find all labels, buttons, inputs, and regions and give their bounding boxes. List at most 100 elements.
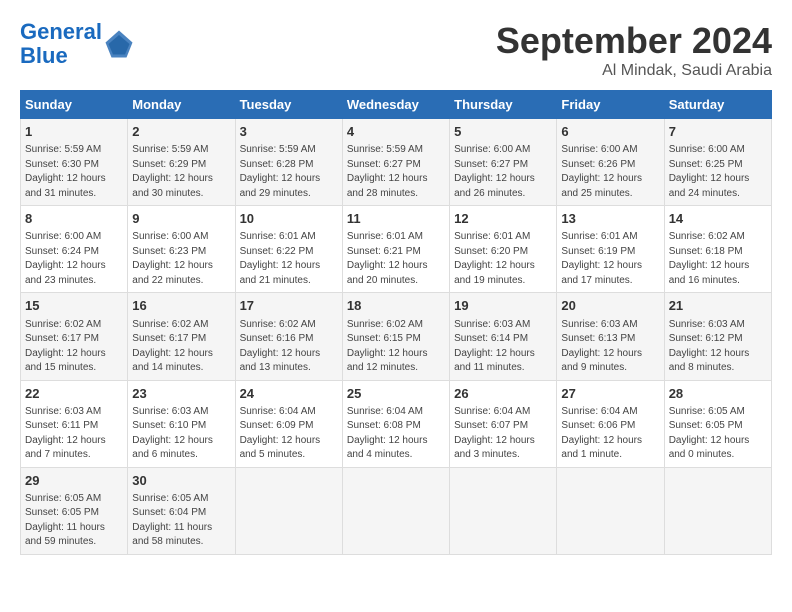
- day-number: 23: [132, 385, 230, 403]
- day-number: 29: [25, 472, 123, 490]
- table-row: 16Sunrise: 6:02 AM Sunset: 6:17 PM Dayli…: [128, 293, 235, 380]
- table-row: [664, 467, 771, 554]
- col-wednesday: Wednesday: [342, 91, 449, 119]
- col-saturday: Saturday: [664, 91, 771, 119]
- day-content: Sunrise: 5:59 AM Sunset: 6:27 PM Dayligh…: [347, 143, 445, 201]
- table-row: 26 Sunrise: 6:04 AM Sunset: 6:07 PM Dayli…: [450, 380, 557, 467]
- table-row: 18 Sunrise: 6:02 AM Sunset: 6:15 PM Dayli…: [342, 293, 449, 380]
- calendar-week-row: 22 Sunrise: 6:03 AM Sunset: 6:11 PM Dayli…: [21, 380, 772, 467]
- table-row: 22 Sunrise: 6:03 AM Sunset: 6:11 PM Dayli…: [21, 380, 128, 467]
- day-number: 12: [454, 210, 552, 228]
- day-number: 10: [240, 210, 338, 228]
- day-content: Sunrise: 6:03 AM Sunset: 6:10 PM Dayligh…: [132, 405, 230, 463]
- page-header: General Blue September 2024 Al Mindak, S…: [20, 20, 772, 80]
- day-content: Sunrise: 6:04 AM Sunset: 6:07 PM Dayligh…: [454, 405, 552, 463]
- day-content: Sunrise: 6:05 AM Sunset: 6:05 PM Dayligh…: [669, 405, 767, 463]
- day-content: Sunrise: 6:01 AM Sunset: 6:21 PM Dayligh…: [347, 230, 445, 288]
- day-content: Sunrise: 6:02 AM Sunset: 6:15 PM Dayligh…: [347, 318, 445, 376]
- day-number: 17: [240, 297, 338, 315]
- table-row: [450, 467, 557, 554]
- day-number: 22: [25, 385, 123, 403]
- day-number: 9: [132, 210, 230, 228]
- calendar-header-row: Sunday Monday Tuesday Wednesday Thursday…: [21, 91, 772, 119]
- day-content: Sunrise: 6:03 AM Sunset: 6:12 PM Dayligh…: [669, 318, 767, 376]
- day-content: Sunrise: 6:03 AM Sunset: 6:14 PM Dayligh…: [454, 318, 552, 376]
- table-row: 12 Sunrise: 6:01 AM Sunset: 6:20 PM Dayli…: [450, 206, 557, 293]
- table-row: 30Sunrise: 6:05 AM Sunset: 6:04 PM Dayli…: [128, 467, 235, 554]
- calendar-table: Sunday Monday Tuesday Wednesday Thursday…: [20, 90, 772, 555]
- table-row: [235, 467, 342, 554]
- day-number: 13: [561, 210, 659, 228]
- table-row: 20 Sunrise: 6:03 AM Sunset: 6:13 PM Dayli…: [557, 293, 664, 380]
- table-row: 7 Sunrise: 6:00 AM Sunset: 6:25 PM Daylig…: [664, 119, 771, 206]
- table-row: 23 Sunrise: 6:03 AM Sunset: 6:10 PM Dayli…: [128, 380, 235, 467]
- table-row: 21 Sunrise: 6:03 AM Sunset: 6:12 PM Dayli…: [664, 293, 771, 380]
- month-title: September 2024: [496, 20, 772, 62]
- day-number: 16: [132, 297, 230, 315]
- day-content: Sunrise: 6:03 AM Sunset: 6:11 PM Dayligh…: [25, 405, 123, 463]
- day-content: Sunrise: 6:00 AM Sunset: 6:27 PM Dayligh…: [454, 143, 552, 201]
- day-number: 4: [347, 123, 445, 141]
- col-monday: Monday: [128, 91, 235, 119]
- day-number: 26: [454, 385, 552, 403]
- day-number: 2: [132, 123, 230, 141]
- table-row: 19 Sunrise: 6:03 AM Sunset: 6:14 PM Dayli…: [450, 293, 557, 380]
- day-content: Sunrise: 6:05 AM Sunset: 6:04 PM Dayligh…: [132, 492, 230, 550]
- table-row: 10 Sunrise: 6:01 AM Sunset: 6:22 PM Dayli…: [235, 206, 342, 293]
- day-content: Sunrise: 6:03 AM Sunset: 6:13 PM Dayligh…: [561, 318, 659, 376]
- table-row: 27 Sunrise: 6:04 AM Sunset: 6:06 PM Dayli…: [557, 380, 664, 467]
- calendar-week-row: 1Sunrise: 5:59 AM Sunset: 6:30 PM Daylig…: [21, 119, 772, 206]
- day-content: Sunrise: 6:01 AM Sunset: 6:19 PM Dayligh…: [561, 230, 659, 288]
- col-thursday: Thursday: [450, 91, 557, 119]
- table-row: 15 Sunrise: 6:02 AM Sunset: 6:17 PM Dayli…: [21, 293, 128, 380]
- day-content: Sunrise: 6:00 AM Sunset: 6:26 PM Dayligh…: [561, 143, 659, 201]
- day-number: 18: [347, 297, 445, 315]
- table-row: 2 Sunrise: 5:59 AM Sunset: 6:29 PM Daylig…: [128, 119, 235, 206]
- table-row: 11 Sunrise: 6:01 AM Sunset: 6:21 PM Dayli…: [342, 206, 449, 293]
- day-content: Sunrise: 6:02 AM Sunset: 6:16 PM Dayligh…: [240, 318, 338, 376]
- day-content: Sunrise: 6:00 AM Sunset: 6:23 PM Dayligh…: [132, 230, 230, 288]
- day-content: Sunrise: 6:02 AM Sunset: 6:17 PM Dayligh…: [25, 318, 123, 376]
- day-number: 7: [669, 123, 767, 141]
- day-content: Sunrise: 6:01 AM Sunset: 6:22 PM Dayligh…: [240, 230, 338, 288]
- table-row: 1Sunrise: 5:59 AM Sunset: 6:30 PM Daylig…: [21, 119, 128, 206]
- day-content: Sunrise: 5:59 AM Sunset: 6:29 PM Dayligh…: [132, 143, 230, 201]
- day-number: 20: [561, 297, 659, 315]
- day-number: 19: [454, 297, 552, 315]
- day-number: 25: [347, 385, 445, 403]
- day-number: 24: [240, 385, 338, 403]
- day-number: 28: [669, 385, 767, 403]
- calendar-week-row: 8 Sunrise: 6:00 AM Sunset: 6:24 PM Daylig…: [21, 206, 772, 293]
- day-content: Sunrise: 6:00 AM Sunset: 6:25 PM Dayligh…: [669, 143, 767, 201]
- day-content: Sunrise: 5:59 AM Sunset: 6:28 PM Dayligh…: [240, 143, 338, 201]
- table-row: 28 Sunrise: 6:05 AM Sunset: 6:05 PM Dayli…: [664, 380, 771, 467]
- table-row: 5Sunrise: 6:00 AM Sunset: 6:27 PM Daylig…: [450, 119, 557, 206]
- day-content: Sunrise: 6:01 AM Sunset: 6:20 PM Dayligh…: [454, 230, 552, 288]
- table-row: 13 Sunrise: 6:01 AM Sunset: 6:19 PM Dayli…: [557, 206, 664, 293]
- day-number: 21: [669, 297, 767, 315]
- day-content: Sunrise: 6:04 AM Sunset: 6:09 PM Dayligh…: [240, 405, 338, 463]
- table-row: 14 Sunrise: 6:02 AM Sunset: 6:18 PM Dayli…: [664, 206, 771, 293]
- table-row: 9 Sunrise: 6:00 AM Sunset: 6:23 PM Daylig…: [128, 206, 235, 293]
- day-content: Sunrise: 6:04 AM Sunset: 6:06 PM Dayligh…: [561, 405, 659, 463]
- day-number: 3: [240, 123, 338, 141]
- col-friday: Friday: [557, 91, 664, 119]
- day-number: 15: [25, 297, 123, 315]
- col-tuesday: Tuesday: [235, 91, 342, 119]
- day-content: Sunrise: 5:59 AM Sunset: 6:30 PM Dayligh…: [25, 143, 123, 201]
- day-number: 14: [669, 210, 767, 228]
- table-row: 4 Sunrise: 5:59 AM Sunset: 6:27 PM Daylig…: [342, 119, 449, 206]
- calendar-week-row: 29 Sunrise: 6:05 AM Sunset: 6:05 PM Dayli…: [21, 467, 772, 554]
- title-block: September 2024 Al Mindak, Saudi Arabia: [496, 20, 772, 80]
- day-content: Sunrise: 6:00 AM Sunset: 6:24 PM Dayligh…: [25, 230, 123, 288]
- day-number: 8: [25, 210, 123, 228]
- day-number: 11: [347, 210, 445, 228]
- logo-icon: [104, 29, 134, 59]
- day-content: Sunrise: 6:05 AM Sunset: 6:05 PM Dayligh…: [25, 492, 123, 550]
- day-content: Sunrise: 6:04 AM Sunset: 6:08 PM Dayligh…: [347, 405, 445, 463]
- day-number: 6: [561, 123, 659, 141]
- table-row: 25 Sunrise: 6:04 AM Sunset: 6:08 PM Dayli…: [342, 380, 449, 467]
- day-number: 27: [561, 385, 659, 403]
- table-row: 29 Sunrise: 6:05 AM Sunset: 6:05 PM Dayli…: [21, 467, 128, 554]
- day-content: Sunrise: 6:02 AM Sunset: 6:18 PM Dayligh…: [669, 230, 767, 288]
